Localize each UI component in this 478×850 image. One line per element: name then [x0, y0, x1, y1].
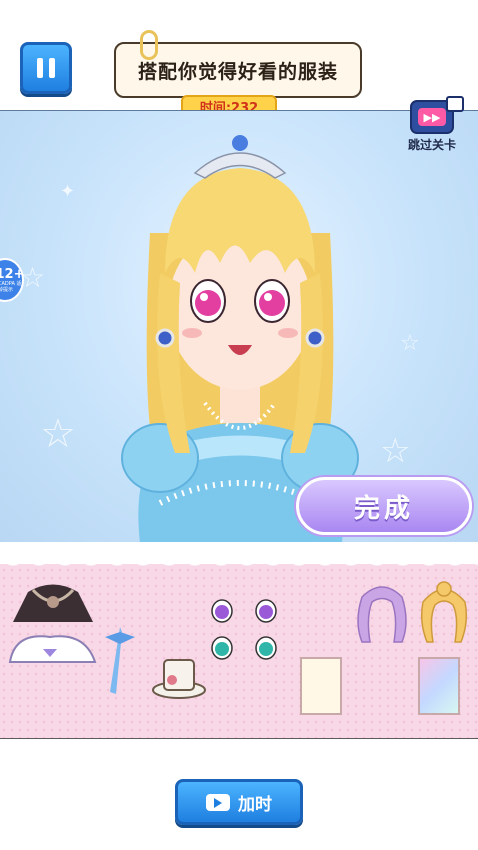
done-button[interactable]: 完成 — [296, 477, 472, 535]
add-time-label: 加时 — [238, 794, 272, 815]
star-decoration-icon: ☆ — [380, 431, 411, 471]
item-dark-lace-collar[interactable] — [8, 572, 98, 627]
item-white-maid-collar[interactable] — [5, 627, 100, 667]
item-purple-eyes[interactable] — [208, 597, 280, 625]
item-blue-ribbon[interactable] — [100, 622, 140, 697]
page-title: 搭配你觉得好看的服装 — [137, 60, 338, 83]
item-cream-background[interactable] — [300, 657, 342, 715]
star-decoration-icon: ☆ — [40, 411, 76, 457]
item-mini-top-hat[interactable] — [150, 652, 208, 700]
pause-button[interactable] — [20, 42, 72, 94]
sparkle-icon: ✦ — [60, 181, 76, 202]
skip-level-button[interactable]: ▶▶ 跳过关卡 — [400, 96, 464, 158]
paperclip-icon — [140, 30, 158, 60]
add-time-button[interactable]: 加时 — [175, 779, 303, 825]
item-lavender-twin-hair[interactable] — [352, 577, 412, 647]
item-holographic-background[interactable] — [418, 657, 460, 715]
lace-scallops — [0, 554, 478, 568]
skip-level-label: 跳过关卡 — [407, 138, 456, 152]
video-tv-icon: ▶▶ — [410, 96, 464, 134]
item-panel — [0, 542, 478, 739]
star-decoration-icon: ☆ — [400, 331, 420, 356]
age-rating-number: 12+ — [0, 266, 25, 282]
item-blonde-braided-hair[interactable] — [415, 577, 473, 647]
item-teal-eyes[interactable] — [208, 634, 280, 662]
done-label: 完成 — [353, 493, 414, 524]
video-icon — [206, 793, 230, 811]
pause-icon — [37, 58, 55, 78]
age-rating-text: CADPA 适龄提示 — [0, 280, 22, 293]
title-banner: 搭配你觉得好看的服装 — [114, 30, 362, 98]
